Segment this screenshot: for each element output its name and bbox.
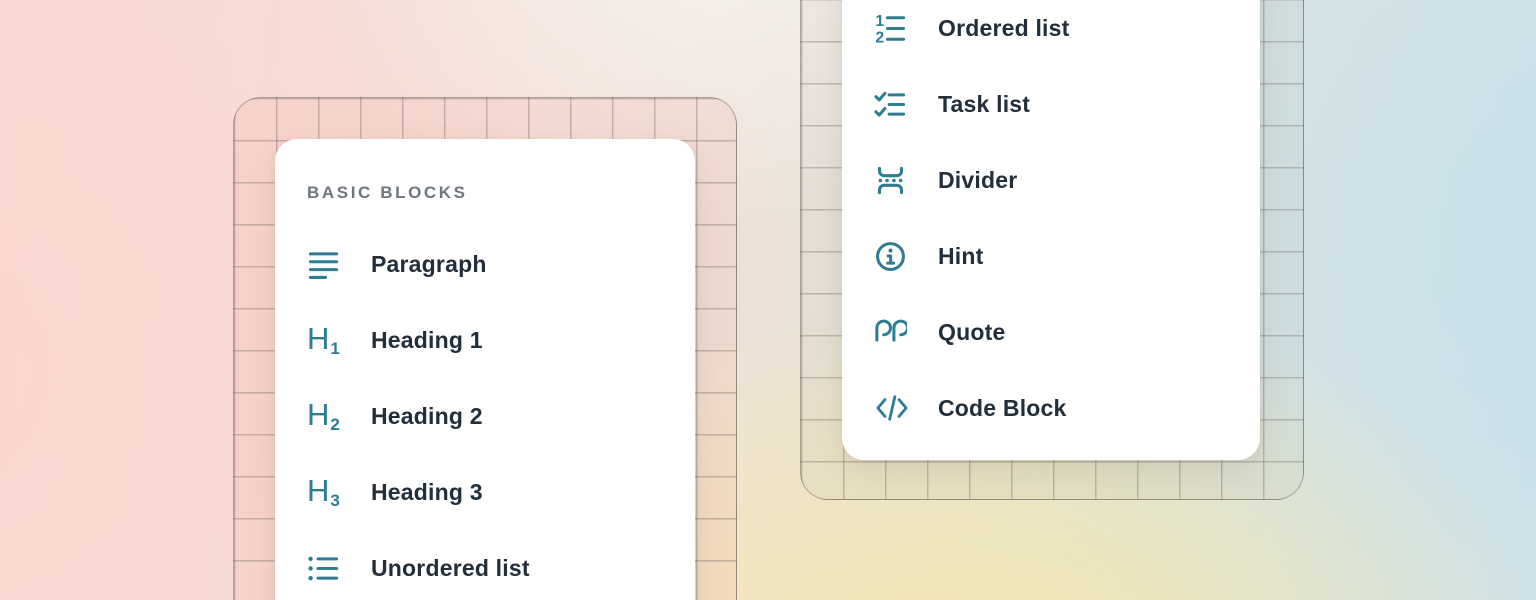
heading-1-icon: H1 [307,323,343,357]
menu-item-quote[interactable]: Quote [874,294,1228,370]
heading-2-icon: H2 [307,399,343,433]
menu-item-unordered-list[interactable]: Unordered list [307,530,663,600]
menu-item-paragraph[interactable]: Paragraph [307,226,663,302]
heading-3-icon: H3 [307,475,343,509]
menu-item-heading-3[interactable]: H3 Heading 3 [307,454,663,530]
menu-item-code-block[interactable]: Code Block [874,370,1228,446]
blocks-menu-continued: 12 Ordered list Task list Divider Hint Q… [842,0,1260,460]
hint-icon [874,240,910,273]
task-list-icon [874,88,910,121]
menu-item-heading-2[interactable]: H2 Heading 2 [307,378,663,454]
menu-item-hint[interactable]: Hint [874,218,1228,294]
quote-icon [874,317,910,347]
ordered-list-icon: 12 [874,12,910,45]
menu-list-right: 12 Ordered list Task list Divider Hint Q… [874,0,1228,446]
menu-item-task-list[interactable]: Task list [874,66,1228,142]
hero-illustration: BASIC BLOCKS Paragraph H1 Heading 1 H2 H… [0,0,1536,600]
section-label-basic-blocks: BASIC BLOCKS [307,181,663,205]
menu-item-divider[interactable]: Divider [874,142,1228,218]
code-block-icon [874,393,910,423]
unordered-list-icon [307,552,343,585]
basic-blocks-menu: BASIC BLOCKS Paragraph H1 Heading 1 H2 H… [275,139,695,600]
svg-text:2: 2 [875,29,884,45]
paragraph-icon [307,248,343,281]
divider-icon [874,164,910,197]
svg-text:1: 1 [875,12,884,29]
menu-item-ordered-list[interactable]: 12 Ordered list [874,0,1228,66]
menu-list-left: Paragraph H1 Heading 1 H2 Heading 2 H3 H… [307,226,663,600]
menu-item-heading-1[interactable]: H1 Heading 1 [307,302,663,378]
